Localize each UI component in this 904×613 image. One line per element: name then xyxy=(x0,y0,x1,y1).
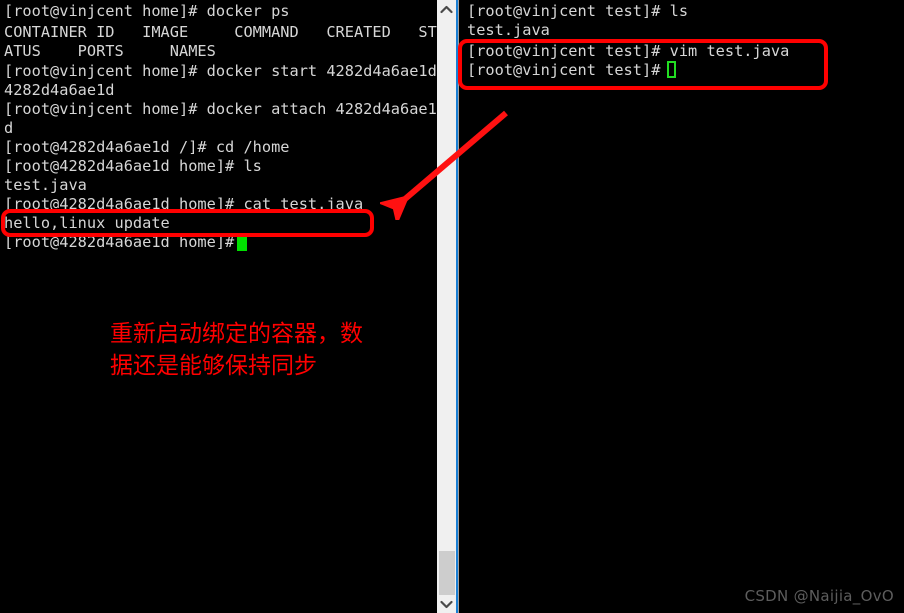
left-cursor xyxy=(237,235,247,251)
scroll-down-arrow-icon[interactable] xyxy=(437,595,456,613)
terminal-line: [root@4282d4a6ae1d /]# cd /home xyxy=(4,138,290,156)
annotation-note: 重新启动绑定的容器，数 据还是能够保持同步 xyxy=(110,318,363,382)
terminal-line: CONTAINER ID IMAGE COMMAND CREATED ST xyxy=(4,23,437,41)
terminal-line-highlighted: [root@vinjcent test]# vim test.java xyxy=(467,42,790,60)
terminal-line: [root@vinjcent home]# docker start 4282d… xyxy=(4,62,437,80)
terminal-line: 4282d4a6ae1d xyxy=(4,81,115,99)
scrollbar-thumb[interactable] xyxy=(439,551,455,595)
terminal-line: [root@4282d4a6ae1d home]# ls xyxy=(4,157,262,175)
terminal-line-highlighted: hello,linux update xyxy=(4,214,170,232)
terminal-line: test.java xyxy=(467,21,550,39)
scrollbar-accent-line xyxy=(456,0,458,613)
right-cursor xyxy=(667,61,676,78)
terminal-line: [root@vinjcent test]# ls xyxy=(467,2,689,20)
terminal-line: [root@4282d4a6ae1d home]# cat test.java xyxy=(4,195,364,213)
terminal-line: [root@vinjcent home]# docker ps xyxy=(4,2,290,20)
right-terminal-pane[interactable]: [root@vinjcent test]# ls test.java [root… xyxy=(459,0,904,613)
annotation-note-line-2: 据还是能够保持同步 xyxy=(110,353,317,379)
scroll-up-arrow-icon[interactable] xyxy=(437,0,456,18)
terminal-line: test.java xyxy=(4,176,87,194)
watermark: CSDN @Naijia_OvO xyxy=(744,587,894,605)
terminal-prompt-line: [root@4282d4a6ae1d home]# xyxy=(4,233,244,251)
terminal-line: [root@vinjcent home]# docker attach 4282… xyxy=(4,100,437,118)
terminal-prompt-line: [root@vinjcent test]# xyxy=(467,61,670,79)
annotation-note-line-1: 重新启动绑定的容器，数 xyxy=(110,321,363,347)
terminal-line: ATUS PORTS NAMES xyxy=(4,42,216,60)
screenshot-root: [root@vinjcent home]# docker ps CONTAINE… xyxy=(0,0,904,613)
terminal-line: d xyxy=(4,119,14,137)
left-terminal-pane[interactable]: [root@vinjcent home]# docker ps CONTAINE… xyxy=(0,0,437,613)
